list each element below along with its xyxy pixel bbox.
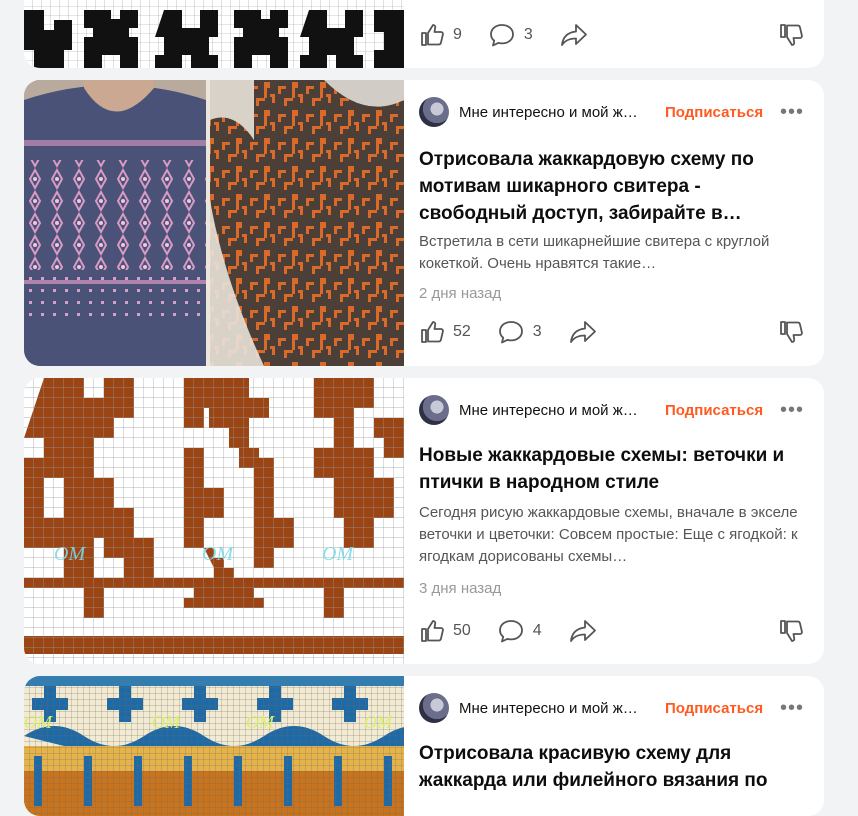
thumbs-down-icon <box>780 620 803 642</box>
post-thumbnail[interactable] <box>24 0 404 68</box>
knitting-chart-image: ОМ ОМ ОМ <box>24 378 404 664</box>
post-snippet: Сегодня рисую жаккардовые схемы, вначале… <box>419 504 798 565</box>
knitting-chart-image <box>24 0 404 68</box>
more-options-icon[interactable]: ••• <box>780 102 804 122</box>
avatar[interactable] <box>419 97 449 127</box>
comment-button[interactable]: 4 <box>497 618 542 644</box>
post-actions: 52 3 <box>419 317 806 347</box>
post-header: Мне интересно и мой ж… Подписаться ••• <box>419 693 806 723</box>
avatar[interactable] <box>419 395 449 425</box>
thumbs-down-icon <box>780 321 803 343</box>
like-count: 9 <box>453 26 462 43</box>
post-actions: 9 3 <box>419 20 806 50</box>
comment-button[interactable]: 3 <box>497 319 542 345</box>
watermark-text: ОМ <box>246 712 275 732</box>
like-button[interactable]: 9 <box>419 22 462 48</box>
watermark-text: ОМ <box>24 712 53 732</box>
dislike-button[interactable] <box>778 618 804 644</box>
watermark-text: ОМ <box>202 543 234 565</box>
comment-bubble-icon <box>498 620 523 643</box>
comment-count: 3 <box>523 26 533 43</box>
comment-count: 4 <box>532 622 542 639</box>
comment-count: 3 <box>532 323 542 340</box>
post-snippet: Встретила в сети шикарнейшие свитера с к… <box>419 233 770 272</box>
dislike-button[interactable] <box>778 22 804 48</box>
subscribe-button[interactable]: Подписаться <box>665 700 763 717</box>
share-arrow-icon <box>569 321 596 343</box>
knitting-chart-image: ОМ ОМ ОМ ОМ <box>24 676 404 816</box>
watermark-text: ОМ <box>322 543 354 565</box>
more-options-icon[interactable]: ••• <box>780 698 804 718</box>
post-title[interactable]: Отрисовала жаккардовую схему по мотивам … <box>419 146 796 227</box>
thumbs-up-icon <box>421 620 444 642</box>
watermark-text: ОМ <box>54 543 86 565</box>
post-thumbnail[interactable]: ОМ ОМ ОМ ОМ <box>24 676 404 816</box>
like-count: 52 <box>453 323 471 340</box>
channel-name[interactable]: Мне интересно и мой ж… <box>459 402 661 419</box>
subscribe-button[interactable]: Подписаться <box>665 402 763 419</box>
thumbs-down-icon <box>780 24 803 46</box>
like-button[interactable]: 50 <box>419 618 471 644</box>
channel-name[interactable]: Мне интересно и мой ж… <box>459 700 661 717</box>
thumbs-up-icon <box>421 24 444 46</box>
subscribe-button[interactable]: Подписаться <box>665 104 763 121</box>
post-thumbnail[interactable]: ОМ ОМ ОМ <box>24 378 404 664</box>
like-count: 50 <box>453 622 471 639</box>
share-arrow-icon <box>569 620 596 642</box>
share-button[interactable] <box>559 22 589 48</box>
post-title[interactable]: Отрисовала красивую схему для жаккарда и… <box>419 740 796 794</box>
watermark-text: ОМ <box>364 712 393 732</box>
comment-bubble-icon <box>498 321 523 344</box>
share-button[interactable] <box>568 618 598 644</box>
post-actions: 50 4 <box>419 616 806 646</box>
avatar[interactable] <box>419 693 449 723</box>
post-card[interactable]: ОМ ОМ ОМ Мне интересно и мой ж… Подписат… <box>24 378 824 664</box>
share-arrow-icon <box>560 24 587 46</box>
comment-button[interactable]: 3 <box>488 22 533 48</box>
post-title[interactable]: Новые жаккардовые схемы: веточки и птичк… <box>419 442 796 496</box>
post-date: 2 дня назад <box>419 285 502 302</box>
post-card[interactable]: ОМ ОМ ОМ ОМ Мне интересно и мой ж… Подпи… <box>24 676 824 816</box>
post-header: Мне интересно и мой ж… Подписаться ••• <box>419 97 806 127</box>
share-button[interactable] <box>568 319 598 345</box>
sweater-photo-image <box>24 80 404 366</box>
post-header: Мне интересно и мой ж… Подписаться ••• <box>419 395 806 425</box>
dislike-button[interactable] <box>778 319 804 345</box>
post-thumbnail[interactable] <box>24 80 404 366</box>
like-button[interactable]: 52 <box>419 319 471 345</box>
post-date: 3 дня назад <box>419 580 502 597</box>
comment-bubble-icon <box>490 24 514 47</box>
channel-name[interactable]: Мне интересно и мой ж… <box>459 104 661 121</box>
watermark-text: ОМ <box>152 712 181 732</box>
more-options-icon[interactable]: ••• <box>780 400 804 420</box>
post-card[interactable]: Мне интересно и мой ж… Подписаться ••• О… <box>24 80 824 366</box>
thumbs-up-icon <box>421 321 444 343</box>
post-card-previous[interactable]: 9 3 <box>24 0 824 68</box>
